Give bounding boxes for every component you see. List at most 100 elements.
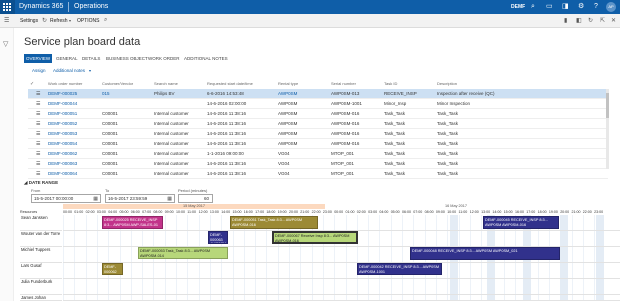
table-cell[interactable]: DEMF-000064 (48, 171, 77, 176)
avatar[interactable]: AP (606, 2, 616, 12)
table-row[interactable]: ☰ DEMF-000025 015 Philips BV 6-6-2016 14:53:… (28, 89, 608, 99)
office-icon[interactable]: ◧ (576, 17, 582, 24)
tab-additional-notes[interactable]: ADDITIONAL NOTES (182, 54, 230, 63)
module-name[interactable]: Operations (74, 3, 108, 10)
refresh-button[interactable]: Refresh (50, 18, 68, 24)
attach-icon[interactable]: ▮ (564, 17, 567, 24)
menu-icon[interactable]: ☰ (4, 17, 9, 24)
table-cell[interactable]: DEMF-000062 (48, 151, 77, 156)
resource-name[interactable]: Sean Janssen (20, 215, 62, 231)
booking-block[interactable]: DEMF-000051 Task_Task 8:3... AWP0SM AWP0… (230, 216, 318, 229)
tab-general[interactable]: GENERAL (54, 54, 80, 63)
period-minutes-field[interactable]: 60 (178, 194, 213, 203)
table-row[interactable]: ☰ DEMF-000063 C00001 Internal customer 14-6-… (28, 159, 608, 169)
column-header[interactable]: Customer/Vendor (102, 81, 133, 86)
settings-gear-icon[interactable]: ⚙ (578, 3, 584, 11)
tab-business-object[interactable]: BUSINESS OBJECT (104, 54, 150, 63)
chevron-down-icon[interactable]: ▾ (89, 68, 91, 73)
row-menu-icon[interactable]: ☰ (36, 91, 40, 97)
booking-block[interactable]: DEMF-000048 RECEIVE_INSP 8:3... AWP0SM A… (410, 247, 560, 260)
refresh-page-icon[interactable]: ↻ (588, 17, 593, 24)
chat-icon[interactable]: ◨ (562, 3, 569, 11)
table-cell: 14-6-2016 11:38:16 (207, 161, 246, 166)
row-menu-icon[interactable]: ☰ (36, 171, 40, 177)
refresh-icon[interactable]: ↻ (42, 17, 47, 24)
search-icon[interactable]: ⌕ (104, 17, 107, 24)
notifications-icon[interactable]: ▭ (546, 3, 553, 11)
booking-block[interactable]: DEMF-000025 RECEIVE_INSP 8:3... AWP0SM A… (102, 216, 163, 229)
column-header[interactable]: Rental type (278, 81, 298, 86)
app-launcher-icon[interactable] (0, 0, 15, 14)
resource-name[interactable]: Julia Funderburk (20, 279, 62, 295)
column-header[interactable]: Search name (154, 81, 178, 86)
row-menu-icon[interactable]: ☰ (36, 131, 40, 137)
resource-lane[interactable] (63, 295, 620, 301)
tab-details[interactable]: DETAILS (80, 54, 102, 63)
booking-block[interactable]: DEMF-000063 AWP0SM (208, 231, 228, 244)
popout-icon[interactable]: ⇱ (600, 17, 605, 24)
assign-button[interactable]: Assign (32, 68, 46, 73)
booking-block[interactable]: DEMF-000062 AWP0SM (102, 263, 123, 275)
table-cell: Minor_Insp (384, 101, 407, 106)
table-cell[interactable]: DEMF-000025 (48, 91, 77, 96)
booking-block[interactable]: DEMF-000045 RECEIVE_INSP 8:3... AWP0SM A… (483, 216, 559, 229)
row-menu-icon[interactable]: ☰ (36, 141, 40, 147)
resource-name[interactable]: Michiel Tuppers (20, 247, 62, 263)
table-row[interactable]: ☰ DEMF-000051 C00001 Internal customer 14-6-… (28, 109, 608, 119)
row-menu-icon[interactable]: ☰ (36, 121, 40, 127)
table-row[interactable]: ☰ DEMF-000052 C00001 Internal customer 14-6-… (28, 119, 608, 129)
resource-lane[interactable] (63, 263, 620, 279)
grid-scrollbar[interactable] (606, 89, 609, 169)
date-range-header[interactable]: ◢ DATE RANGE (24, 180, 58, 186)
from-date-field[interactable]: 15-5-2017 00:00:00 ▦ (31, 194, 101, 203)
select-all-checkmark-icon[interactable]: ✓ (30, 81, 34, 87)
row-menu-icon[interactable]: ☰ (36, 101, 40, 107)
column-header[interactable]: Requested start date/time (207, 81, 253, 86)
hour-label: 17:00 (255, 210, 265, 214)
company-picker[interactable]: DEMF (511, 4, 525, 10)
chevron-down-icon[interactable]: ▾ (69, 18, 71, 23)
help-icon[interactable]: ? (594, 3, 598, 11)
table-cell[interactable]: DEMF-000044 (48, 101, 77, 106)
column-header[interactable]: Task ID (384, 81, 397, 86)
table-row[interactable]: ☰ DEMF-000054 C00001 Internal customer 14-6-… (28, 139, 608, 149)
table-cell[interactable]: DEMF-000054 (48, 141, 77, 146)
filter-icon[interactable]: ▽ (3, 40, 8, 48)
column-header[interactable]: Description (437, 81, 457, 86)
calendar-icon[interactable]: ▦ (93, 195, 98, 203)
row-menu-icon[interactable]: ☰ (36, 161, 40, 167)
row-menu-icon[interactable]: ☰ (36, 111, 40, 117)
close-icon[interactable]: ✕ (611, 17, 616, 24)
column-header[interactable]: Serial number (331, 81, 356, 86)
table-cell[interactable]: DEMF-000053 (48, 131, 77, 136)
booking-block[interactable]: DEMF-000067 Receive Insp 8:3... AWP0SM A… (272, 231, 358, 244)
booking-block[interactable]: DEMF-000053 Task_Task 8:3... AWP0SM AWP0… (138, 247, 228, 259)
table-row[interactable]: ☰ DEMF-000044 14-6-2016 02:00:00 AWP0SM AWP0… (28, 99, 608, 109)
brand-name[interactable]: Dynamics 365 (19, 3, 63, 10)
scrollbar-thumb[interactable] (606, 93, 609, 118)
booking-block[interactable]: DEMF-000042 RECEIVE_INSP 8:3... AWP0SM A… (357, 263, 442, 275)
table-row[interactable]: ☰ DEMF-000053 C00001 Internal customer 14-6-… (28, 129, 608, 139)
search-icon[interactable]: ⌕ (531, 3, 535, 11)
table-row[interactable]: ☰ DEMF-000064 C00001 Internal customer 14-6-… (28, 169, 608, 179)
row-menu-icon[interactable]: ☰ (36, 151, 40, 157)
resource-name[interactable]: Lars Gusaf (20, 263, 62, 279)
resource-name[interactable]: Wouter van der Torre (20, 231, 62, 247)
calendar-icon[interactable]: ▦ (167, 195, 172, 203)
table-cell: MTOP_001 (331, 151, 354, 156)
column-header[interactable]: Work order number (48, 81, 82, 86)
options-button[interactable]: OPTIONS (77, 18, 100, 24)
hour-label: 21:00 (300, 210, 310, 214)
tab-overview[interactable]: OVERVIEW (24, 54, 53, 63)
table-cell[interactable]: DEMF-000063 (48, 161, 77, 166)
settings-button[interactable]: Settings (20, 18, 38, 24)
table-row[interactable]: ☰ DEMF-000062 C00001 Internal customer 1-1-2… (28, 149, 608, 159)
tab-work-order[interactable]: WORK ORDER (146, 54, 182, 63)
table-cell: AWP0SM (278, 111, 298, 116)
additional-notes-button[interactable]: Additional notes (53, 68, 85, 73)
resource-name[interactable]: James Johan (20, 295, 62, 301)
table-cell[interactable]: DEMF-000052 (48, 121, 77, 126)
table-cell[interactable]: DEMF-000051 (48, 111, 77, 116)
to-date-field[interactable]: 16-5-2017 23:59:59 ▦ (105, 194, 175, 203)
resource-lane[interactable] (63, 279, 620, 295)
